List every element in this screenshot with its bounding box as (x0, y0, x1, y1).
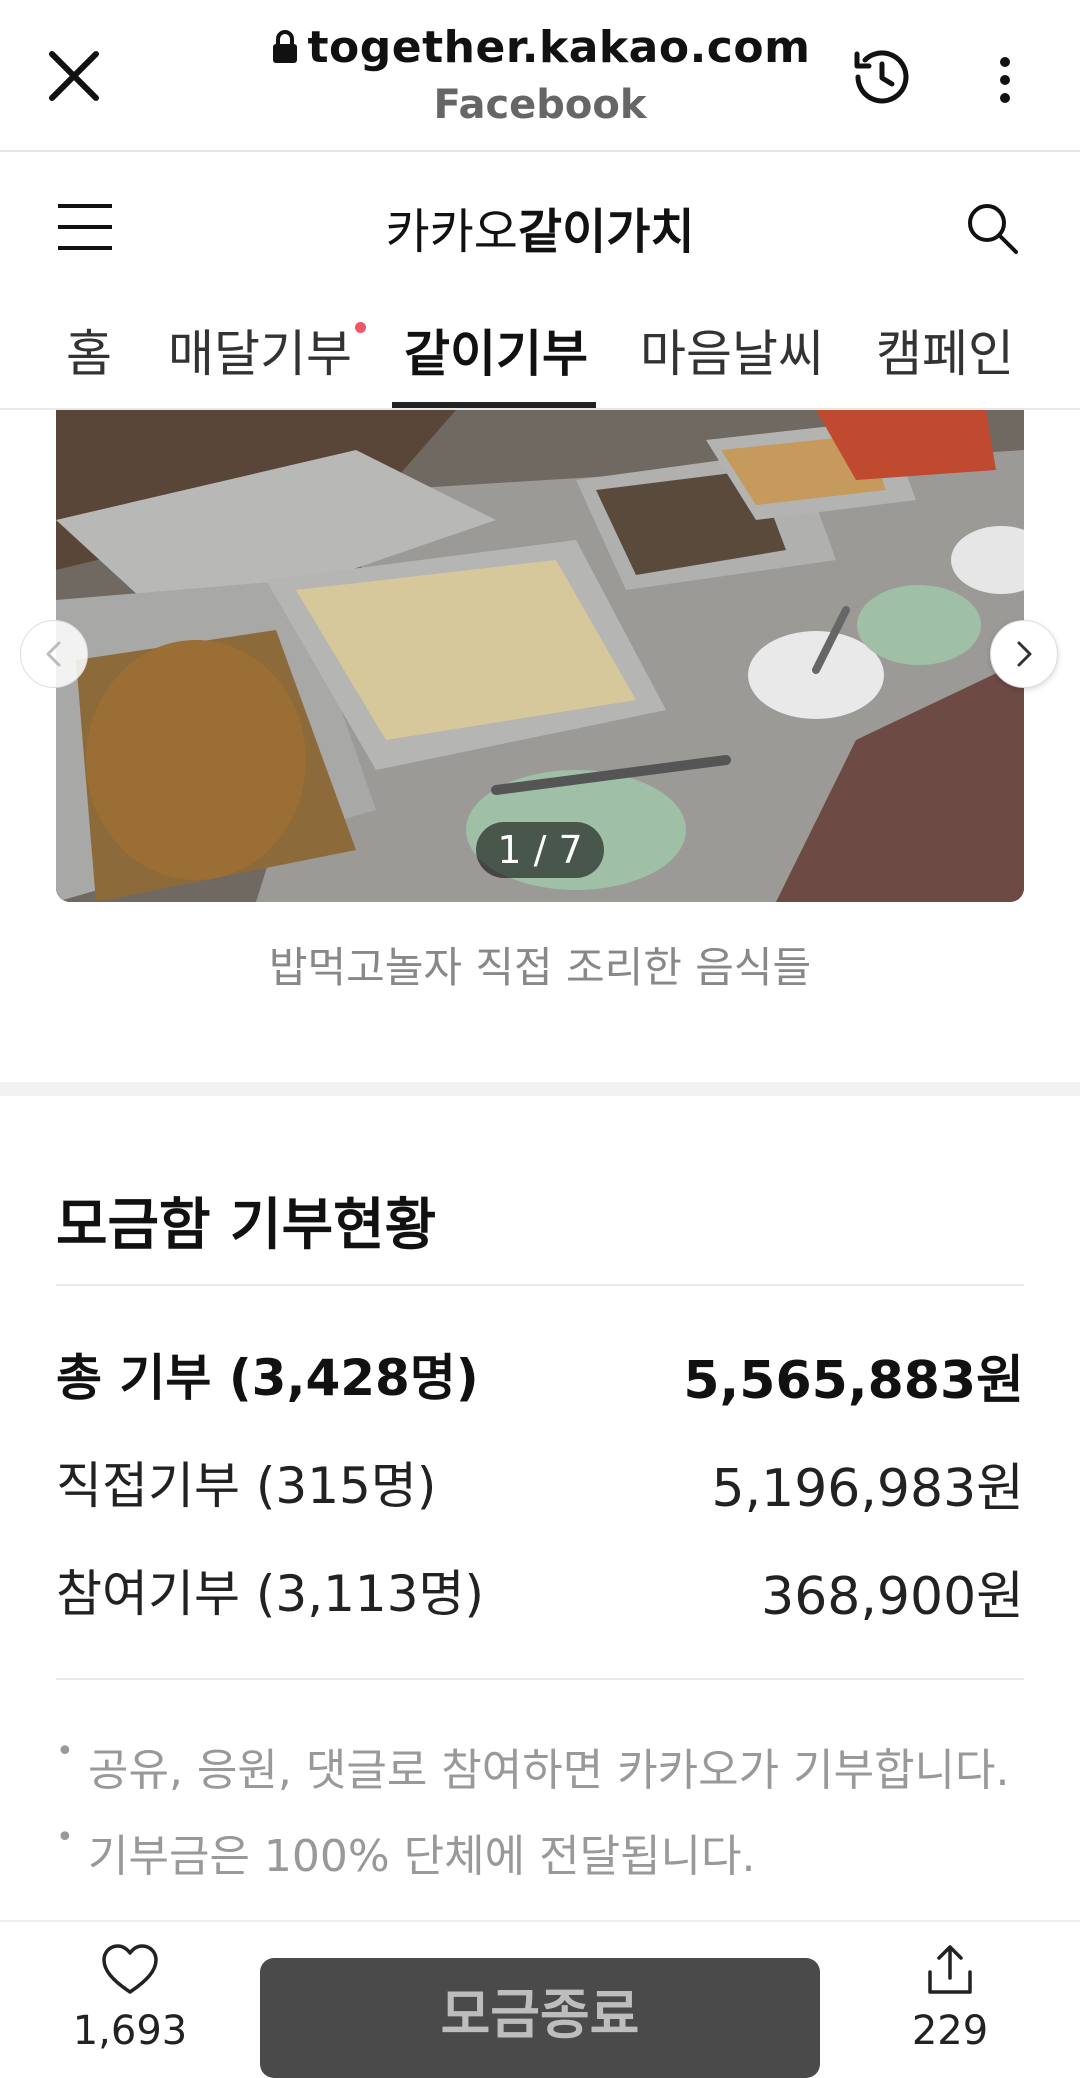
site-header: 카카오같이가치 (0, 152, 1080, 302)
new-badge-dot (355, 322, 366, 333)
donation-row-amount: 368,900원 (761, 1567, 1024, 1627)
donation-row-amount: 5,565,883원 (683, 1351, 1024, 1411)
share-icon (928, 1945, 972, 1994)
url-text: together.kakao.com (307, 22, 811, 73)
section-divider (0, 1082, 1080, 1096)
logo-main: 같이가치 (517, 204, 695, 260)
info-note: • 공유, 응원, 댓글로 참여하면 카카오가 기부합니다. (56, 1734, 1010, 1798)
browser-toolbar: together.kakao.com Facebook (0, 0, 1080, 152)
gallery-prev-button[interactable] (20, 620, 88, 688)
source-label: Facebook (433, 81, 647, 128)
history-icon[interactable] (846, 42, 916, 112)
tab-together[interactable]: 같이기부 (404, 314, 588, 408)
info-note: • 기부금은 100% 단체에 전달됩니다. (56, 1820, 756, 1884)
bullet-icon: • (56, 1820, 74, 1855)
address-bar[interactable]: together.kakao.com Facebook (240, 22, 840, 128)
info-note-text: 공유, 응원, 댓글로 참여하면 카카오가 기부합니다. (88, 1745, 1010, 1796)
donation-row-participation: 참여기부 (3,113명) 368,900원 (56, 1554, 1024, 1627)
active-tab-indicator (392, 402, 596, 408)
more-options-icon[interactable] (990, 52, 1020, 108)
gallery-counter: 1 / 7 (476, 822, 604, 878)
tab-campaign[interactable]: 캠페인 (876, 314, 1014, 408)
donation-row-label: 총 기부 (3,428명) (56, 1349, 479, 1407)
share-button[interactable]: 229 (880, 1942, 1020, 2067)
tab-monthly[interactable]: 매달기부 (168, 314, 352, 408)
donation-row-label: 참여기부 (3,113명) (56, 1565, 485, 1623)
category-tabs: 홈 매달기부 같이기부 마음날씨 캠페인 (0, 302, 1080, 410)
lock-icon (270, 25, 300, 76)
logo-prefix: 카카오 (385, 204, 518, 260)
like-button[interactable]: 1,693 (60, 1942, 200, 2067)
donation-row-label: 직접기부 (315명) (56, 1457, 437, 1515)
tab-weather[interactable]: 마음날씨 (640, 314, 824, 408)
divider-line (56, 1678, 1024, 1680)
gallery-caption: 밥먹고놀자 직접 조리한 음식들 (268, 943, 812, 992)
divider-line (56, 1284, 1024, 1286)
info-note-text: 기부금은 100% 단체에 전달됩니다. (88, 1831, 756, 1882)
bottom-action-bar: 1,693 모금종료 229 (0, 1920, 1080, 2078)
site-logo[interactable]: 카카오같이가치 (0, 192, 1080, 262)
search-icon[interactable] (964, 200, 1020, 256)
donation-row-total: 총 기부 (3,428명) 5,565,883원 (56, 1338, 1024, 1411)
fundraising-closed-button[interactable]: 모금종료 (260, 1958, 820, 2078)
menu-icon[interactable] (56, 202, 114, 252)
heart-icon (102, 1944, 158, 1994)
donation-row-direct: 직접기부 (315명) 5,196,983원 (56, 1446, 1024, 1519)
donation-status-title: 모금함 기부현황 (56, 1193, 437, 1258)
bullet-icon: • (56, 1734, 74, 1769)
gallery-next-button[interactable] (990, 620, 1058, 688)
like-count: 1,693 (72, 2008, 188, 2054)
share-count: 229 (911, 2008, 989, 2054)
donation-row-amount: 5,196,983원 (711, 1459, 1025, 1519)
close-icon[interactable] (44, 46, 104, 106)
tab-home[interactable]: 홈 (66, 314, 112, 408)
